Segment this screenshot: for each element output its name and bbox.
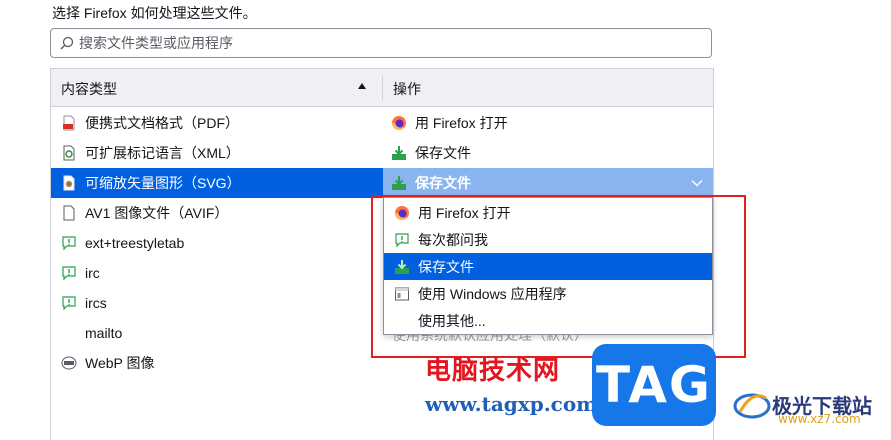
content-type-label: ext+treestyletab: [85, 235, 185, 251]
ask-icon: [62, 296, 76, 311]
pdf-file-icon: [63, 115, 75, 131]
chevron-down-icon[interactable]: [691, 179, 703, 187]
firefox-icon: [392, 116, 406, 130]
action-label: 保存文件: [415, 145, 471, 161]
content-type-label: ircs: [85, 295, 107, 311]
svg-file-icon: [63, 175, 75, 191]
content-type-label: 可扩展标记语言（XML）: [85, 145, 240, 161]
empty-icon-slot: [61, 325, 77, 341]
annotation-highlight-box: [371, 195, 746, 358]
webp-file-icon: [61, 356, 77, 370]
action-label: 用 Firefox 打开: [415, 115, 508, 131]
watermark-brand2-url: www.xz7.com: [778, 412, 861, 426]
content-type-label: 可缩放矢量图形（SVG）: [85, 175, 241, 191]
watermark-brand2: 极光下载站 www.xz7.com: [732, 386, 872, 426]
search-box[interactable]: [50, 28, 712, 58]
save-download-icon: [392, 176, 406, 190]
column-header-type[interactable]: 内容类型: [61, 79, 117, 99]
content-type-label: irc: [85, 265, 100, 281]
blank-file-icon: [63, 205, 75, 221]
search-input[interactable]: [79, 35, 679, 51]
table-header: 内容类型 操作: [51, 69, 713, 107]
column-divider[interactable]: [382, 76, 383, 100]
content-type-label: 便携式文档格式（PDF）: [85, 115, 239, 131]
table-row[interactable]: 便携式文档格式（PDF） 用 Firefox 打开: [51, 108, 713, 138]
action-select-value: 保存文件: [415, 175, 471, 191]
content-type-label: WebP 图像: [85, 355, 155, 371]
table-row-selected[interactable]: 可缩放矢量图形（SVG） 保存文件: [51, 168, 713, 198]
watermark-site-name: 电脑技术网: [425, 356, 561, 386]
xml-file-icon: [63, 145, 75, 161]
save-download-icon: [392, 146, 406, 160]
content-type-label: AV1 图像文件（AVIF）: [85, 205, 229, 221]
watermark-url: www.tagxp.com: [425, 392, 598, 416]
column-header-action[interactable]: 操作: [393, 79, 421, 99]
aurora-logo-icon: [733, 393, 771, 419]
search-icon: [60, 36, 74, 50]
ask-icon: [62, 236, 76, 251]
table-row[interactable]: 可扩展标记语言（XML） 保存文件: [51, 138, 713, 168]
intro-text: 选择 Firefox 如何处理这些文件。: [52, 5, 257, 21]
content-type-label: mailto: [85, 325, 123, 341]
ask-icon: [62, 266, 76, 281]
watermark-tag-logo: TAG: [592, 344, 716, 426]
sort-ascending-icon[interactable]: [358, 83, 366, 89]
action-select[interactable]: 保存文件: [383, 168, 713, 198]
